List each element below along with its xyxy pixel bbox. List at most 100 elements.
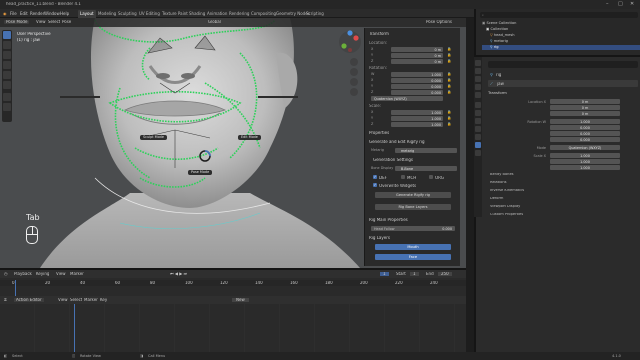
end-frame-field[interactable]: 250	[438, 272, 452, 276]
rotation-z-field[interactable]: Z 0.000 🔒	[371, 90, 455, 95]
dopesheet-channels[interactable]	[0, 304, 466, 352]
ortho-grid-icon[interactable]	[350, 88, 358, 96]
pie-pose-mode[interactable]: Pose Mode	[188, 170, 213, 176]
rotation-y-field[interactable]: Y 0.000 🔒	[371, 84, 455, 89]
location-x-field[interactable]: X0 m 🔒	[371, 47, 455, 52]
generate-rig-button[interactable]: Generate Rigify rig	[375, 192, 451, 198]
bone-tab-icon[interactable]	[475, 142, 481, 148]
bone-scale-x[interactable]: Scale X 1.000	[490, 153, 634, 158]
dopesheet-mode-dropdown[interactable]: Action Editor	[14, 298, 44, 302]
navigation-gizmo-icon[interactable]	[338, 30, 362, 54]
new-action-button[interactable]: New	[232, 298, 249, 302]
location-y-field[interactable]: Y0 m 🔒	[371, 53, 455, 58]
menu-view[interactable]: View	[56, 272, 66, 276]
armature-data-tab-icon[interactable]	[475, 134, 481, 140]
bone-transform-header[interactable]: Transform	[488, 91, 638, 97]
menu-playback[interactable]: Playback	[14, 272, 32, 276]
generation-settings-header[interactable]: Generation Settings	[373, 158, 413, 164]
menu-view[interactable]: View	[58, 298, 68, 302]
output-tab-icon[interactable]	[475, 76, 481, 82]
mch-checkbox[interactable]	[401, 175, 405, 179]
timeline-ruler[interactable]: 0 20 40 60 80 100 120 140 160 180 200 22…	[0, 280, 466, 286]
menu-edit[interactable]: Edit	[20, 11, 28, 16]
rotation-x-field[interactable]: X 0.000 🔒	[371, 78, 455, 83]
bone-location-y[interactable]: 0 m	[490, 105, 634, 110]
bone-rotation-x[interactable]: 0.000	[490, 125, 634, 130]
menu-key[interactable]: Key	[100, 298, 107, 302]
properties-search-input[interactable]	[488, 61, 638, 68]
bone-scale-y[interactable]: 1.000	[490, 159, 634, 164]
orientation-selector[interactable]: Global	[206, 20, 223, 24]
menu-marker[interactable]: Marker	[84, 298, 98, 302]
world-tab-icon[interactable]	[475, 92, 481, 98]
bone-rotation-mode[interactable]: Mode Quaternion (WXYZ)	[490, 145, 634, 150]
mode-selector[interactable]: Pose Mode	[4, 20, 30, 24]
bone-constraint-tab-icon[interactable]	[475, 150, 481, 156]
current-frame-field[interactable]: 1	[380, 272, 389, 276]
menu-view[interactable]: View	[36, 20, 46, 24]
section-inverse-kinematics[interactable]: Inverse Kinematics	[490, 189, 630, 195]
menu-help[interactable]: Help	[60, 11, 69, 16]
bone-rotation-w[interactable]: Rotation W 1.000	[490, 119, 634, 124]
outliner-row[interactable]: ▣ Collection	[486, 27, 640, 32]
move-tool-icon[interactable]	[3, 51, 11, 59]
section-relations[interactable]: Relations	[490, 181, 630, 187]
bone-rotation-z[interactable]: 0.000	[490, 137, 634, 142]
section-custom-properties[interactable]: Custom Properties	[490, 213, 630, 219]
measure-tool-icon[interactable]	[3, 103, 11, 111]
outliner-row[interactable]: ▣ Scene Collection	[482, 21, 638, 26]
scale-x-field[interactable]: X 1.000 🔒	[371, 110, 455, 115]
pie-edit-mode[interactable]: Edit Mode	[238, 135, 261, 141]
def-checkbox[interactable]: ✓	[373, 175, 377, 179]
overwrite-widgets-checkbox[interactable]: ✓	[373, 183, 377, 187]
head-follow-field[interactable]: Head Follow 0.000	[371, 226, 455, 231]
render-tab-icon[interactable]	[475, 68, 481, 74]
dopesheet-editor-icon[interactable]: ⧖	[4, 298, 7, 302]
org-checkbox[interactable]	[429, 175, 433, 179]
cursor-tool-icon[interactable]	[3, 41, 11, 49]
outliner-row[interactable]: ⚲ metarig	[490, 39, 640, 44]
layer-face-button[interactable]: Face	[375, 254, 451, 260]
properties-section-header[interactable]: Properties	[369, 131, 389, 137]
scene-tab-icon[interactable]	[475, 84, 481, 90]
location-z-field[interactable]: Z0 m 🔒	[371, 59, 455, 64]
playhead[interactable]	[15, 280, 16, 296]
transform-tool-icon[interactable]	[3, 81, 11, 89]
bone-scale-z[interactable]: 1.000	[490, 165, 634, 170]
menu-pose[interactable]: Pose	[62, 20, 71, 24]
select-box-tool-icon[interactable]	[3, 31, 11, 39]
tool-tab-icon[interactable]	[475, 60, 481, 66]
outliner-row[interactable]: ▽ head_mesh	[490, 33, 640, 38]
scale-z-field[interactable]: Z 1.000 🔒	[371, 122, 455, 127]
pan-hand-icon[interactable]	[350, 68, 358, 76]
bone-display-field[interactable]: Bone Display B-Bone	[371, 166, 457, 171]
bone-location-z[interactable]: 0 m	[490, 111, 634, 116]
camera-view-icon[interactable]	[350, 78, 358, 86]
modifier-tab-icon[interactable]	[475, 110, 481, 116]
transform-section-header[interactable]: Transform	[369, 32, 389, 38]
rotation-mode-dropdown[interactable]: Quaternion (WXYZ)	[371, 96, 455, 101]
maximize-button[interactable]: □	[618, 1, 623, 7]
scale-tool-icon[interactable]	[3, 71, 11, 79]
rig-main-properties-header[interactable]: Rig Main Properties	[369, 218, 408, 224]
outliner-row-selected[interactable]: ⚲ rig	[482, 45, 640, 50]
pie-sculpt-mode[interactable]: Sculpt Mode	[140, 135, 167, 141]
menu-marker[interactable]: Marker	[70, 272, 84, 276]
scale-y-field[interactable]: Y 1.000 🔒	[371, 116, 455, 121]
menu-window[interactable]: Window	[44, 11, 60, 16]
section-bendy-bones[interactable]: Bendy Bones	[490, 173, 630, 179]
minimize-button[interactable]: –	[606, 1, 609, 7]
menu-select[interactable]: Select	[70, 298, 82, 302]
pose-options-button[interactable]: Pose Options	[426, 20, 452, 24]
blender-logo-icon[interactable]: ◉	[3, 11, 7, 16]
bone-rotation-y[interactable]: 0.000	[490, 131, 634, 136]
physics-tab-icon[interactable]	[475, 118, 481, 124]
bone-name-field[interactable]: ⟋ jaw	[488, 80, 638, 87]
rotation-w-field[interactable]: W 1.000 🔒	[371, 72, 455, 77]
rigify-section-header[interactable]: Generate and Edit Rigify rig	[369, 140, 425, 146]
outliner-search-input[interactable]: ⌕	[480, 12, 638, 18]
bone-location-x[interactable]: Location X0 m	[490, 99, 634, 104]
section-deform[interactable]: Deform	[490, 197, 630, 203]
close-button[interactable]: ✕	[630, 1, 634, 7]
constraint-tab-icon[interactable]	[475, 126, 481, 132]
